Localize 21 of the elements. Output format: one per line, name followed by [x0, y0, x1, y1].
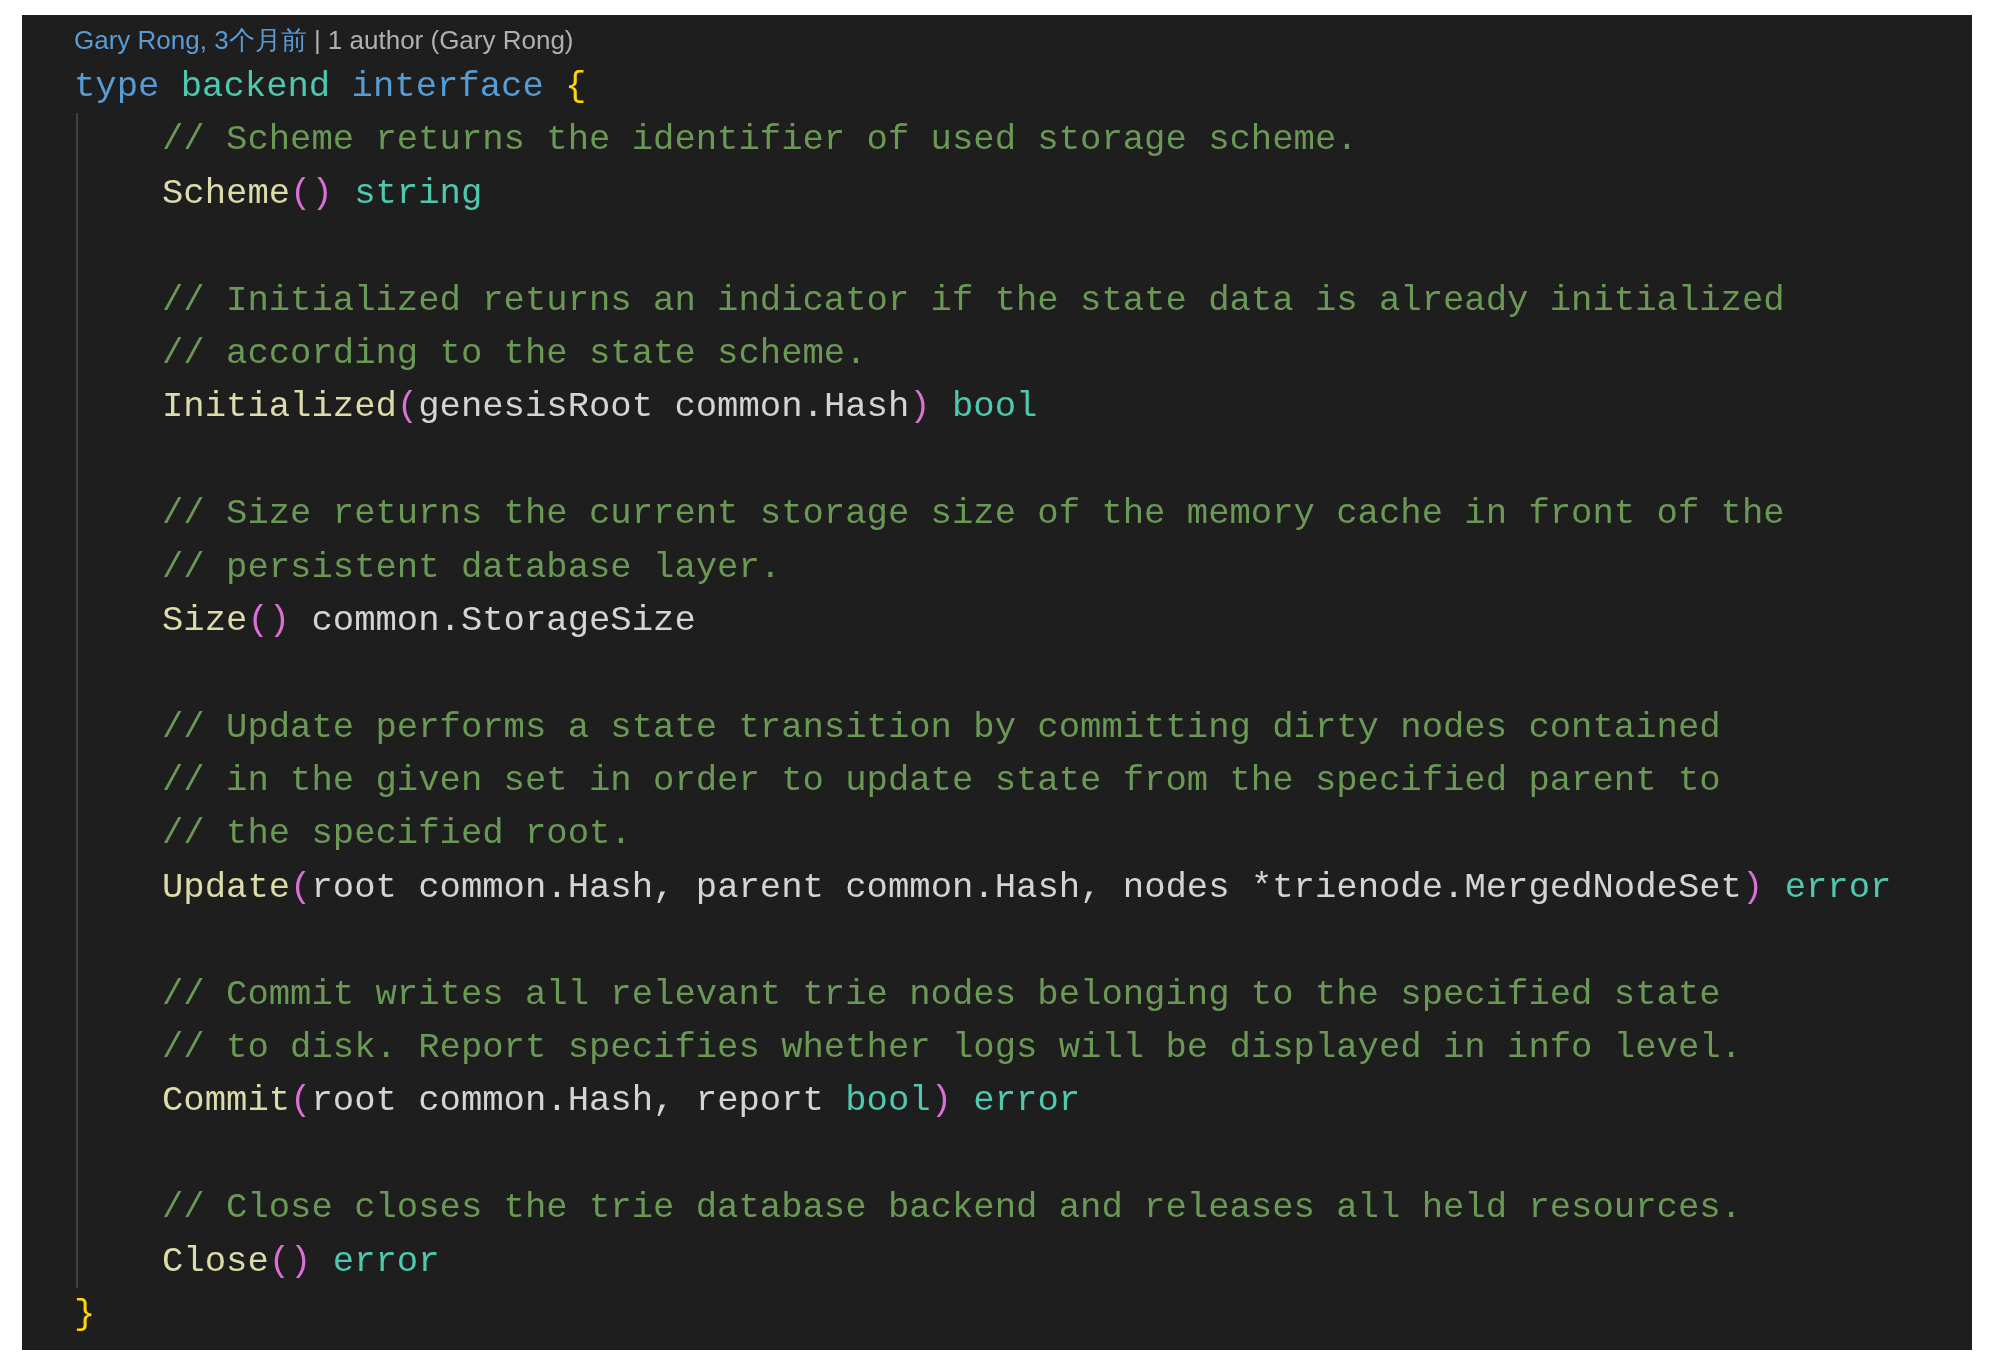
code-line: Close() error	[162, 1239, 440, 1284]
code-line: }	[74, 1293, 96, 1337]
code-line: Commit(root common.Hash, report bool) error	[162, 1079, 1081, 1124]
code-line: // to disk. Report specifies whether logs will be displayed in info level.	[162, 1026, 1742, 1071]
code-line: Size() common.StorageSize	[162, 598, 696, 643]
code-line: Scheme() string	[162, 171, 483, 216]
code-line: // Commit writes all relevant trie nodes belonging to the specified state	[162, 972, 1721, 1017]
code-line: // Initialized returns an indicator if the state data is already initialized	[162, 278, 1785, 323]
blame-summary: | 1 author (Gary Rong)	[313, 25, 574, 55]
code-line: // in the given set in order to update state from the specified parent to	[162, 759, 1721, 804]
code-line: // Scheme returns the identifier of used storage scheme.	[162, 118, 1358, 163]
code-line: // persistent database layer.	[162, 545, 782, 590]
code-line: // Size returns the current storage size of the memory cache in front of the	[162, 492, 1785, 537]
code-line: // the specified root.	[162, 812, 632, 857]
code-line: // Close closes the trie database backend and releases all held resources.	[162, 1186, 1742, 1231]
code-line: Update(root common.Hash, parent common.Hash, nodes *trienode.MergedNodeSet) error	[162, 865, 1892, 910]
code-line: type backend interface {	[74, 65, 587, 109]
code-line: // according to the state scheme.	[162, 331, 867, 376]
code-line: // Update performs a state transition by committing dirty nodes contained	[162, 705, 1721, 750]
blame-author-link[interactable]: Gary Rong, 3个月前	[74, 25, 307, 55]
code-line: Initialized(genesisRoot common.Hash) bool	[162, 385, 1038, 430]
